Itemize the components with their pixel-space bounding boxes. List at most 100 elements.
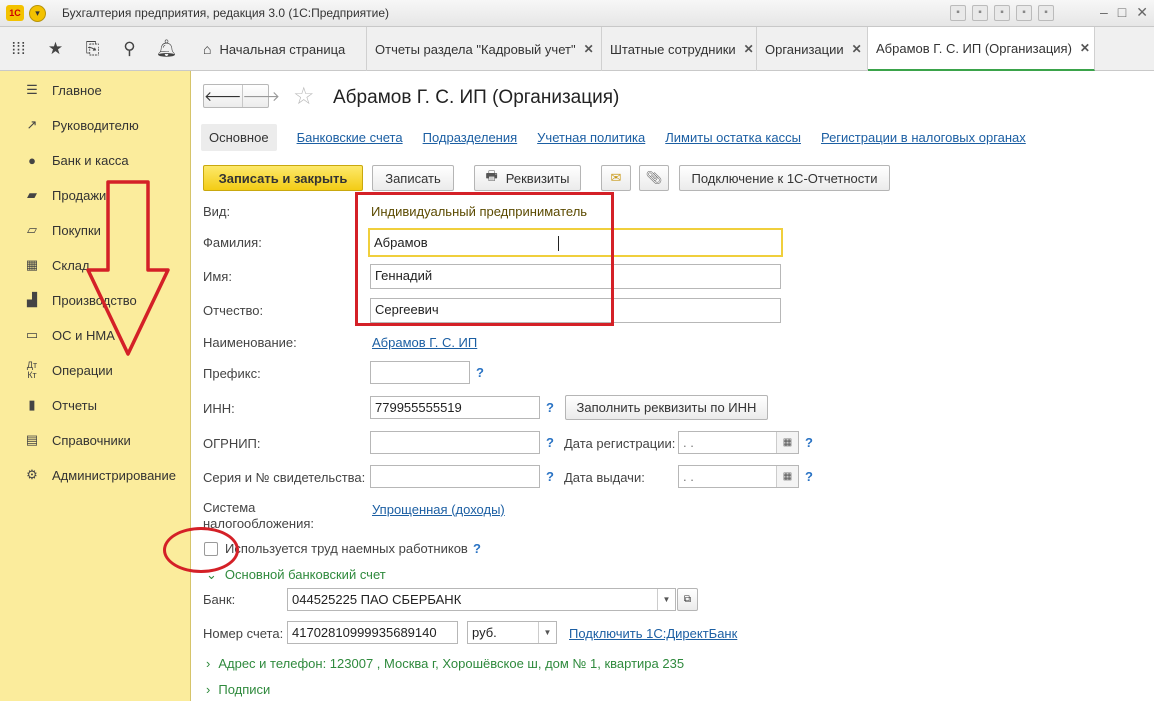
basket-icon: ▱: [27, 222, 37, 237]
sidebar-item-bank[interactable]: ● Банк и касса: [0, 145, 191, 175]
inn-help-icon[interactable]: ?: [546, 400, 554, 415]
subnav-accounting-policy[interactable]: Учетная политика: [537, 130, 645, 145]
tax-system-label-line1: Система: [203, 500, 256, 515]
tab-label: Штатные сотрудники: [610, 41, 736, 57]
subnav-tax-registrations[interactable]: Регистрации в налоговых органах: [821, 130, 1026, 145]
favorites-star-icon[interactable]: ★: [37, 27, 74, 71]
minimize-icon[interactable]: –: [1100, 4, 1108, 21]
subnav-departments[interactable]: Подразделения: [423, 130, 518, 145]
tab-abramov[interactable]: Абрамов Г. С. ИП (Организация) ✕: [868, 27, 1095, 71]
issue-date-field[interactable]: . . ▦: [678, 465, 799, 488]
tab-bar: ⁞⁞⁞ ★ ⎘ ⚲ 🔔︎ ⌂ Начальная страница Отчеты…: [0, 27, 1154, 71]
gear-icon: ⚙: [26, 467, 38, 482]
issue-date-label: Дата выдачи:: [564, 470, 645, 485]
sidebar-item-reports[interactable]: ▮ Отчеты: [0, 390, 191, 420]
reg-date-label: Дата регистрации:: [564, 436, 676, 451]
save-icon[interactable]: ▪: [950, 5, 966, 21]
main-menu-icon[interactable]: ▾: [29, 5, 46, 22]
sidebar-item-admin[interactable]: ⚙ Администрирование: [0, 460, 191, 490]
calendar-icon[interactable]: ▦: [776, 466, 798, 487]
paperclip-icon: 📎︎: [645, 170, 663, 185]
quick-toolbar: ⁞⁞⁞ ★ ⎘ ⚲ 🔔︎: [0, 27, 195, 71]
warehouse-icon: ▦: [25, 257, 39, 272]
sidebar-item-main[interactable]: ☰ Главное: [0, 75, 191, 105]
back-arrow-icon[interactable]: 🡐: [204, 85, 242, 107]
signatures-group-header[interactable]: › Подписи: [206, 682, 270, 697]
reg-date-field[interactable]: . . ▦: [678, 431, 799, 454]
fill-by-inn-button[interactable]: Заполнить реквизиты по ИНН: [565, 395, 768, 420]
direct-bank-link[interactable]: Подключить 1С:ДиректБанк: [569, 626, 737, 641]
close-icon[interactable]: ✕: [1136, 4, 1148, 21]
favorite-star-icon[interactable]: ☆: [293, 82, 315, 111]
certificate-field[interactable]: [370, 465, 540, 488]
connect-reporting-button[interactable]: Подключение к 1С-Отчетности: [679, 165, 890, 191]
info-icon[interactable]: ▪: [1038, 5, 1054, 21]
tab-close-icon[interactable]: ✕: [584, 42, 594, 56]
hired-workers-label: Используется труд наемных работников: [225, 541, 468, 556]
notifications-bell-icon[interactable]: 🔔︎: [148, 27, 185, 71]
books-icon: ▤: [25, 432, 39, 447]
certificate-help-icon[interactable]: ?: [546, 469, 554, 484]
tab-reports-hr[interactable]: Отчеты раздела "Кадровый учет" ✕: [367, 27, 602, 71]
tab-close-icon[interactable]: ✕: [1080, 41, 1090, 55]
tax-system-link[interactable]: Упрощенная (доходы): [372, 502, 505, 517]
tab-close-icon[interactable]: ✕: [852, 42, 862, 56]
tax-system-label-line2: налогообложения:: [203, 516, 314, 531]
naim-label: Наименование:: [203, 335, 297, 350]
calendar-icon[interactable]: ▦: [776, 432, 798, 453]
chevron-down-icon[interactable]: ▼: [538, 622, 556, 643]
save-and-close-button[interactable]: Записать и закрыть: [203, 165, 363, 191]
currency-select[interactable]: руб. ▼: [467, 621, 557, 644]
sidebar-item-label: Банк и касса: [52, 152, 129, 168]
print-icon[interactable]: ▪: [972, 5, 988, 21]
attach-button[interactable]: 📎︎: [639, 165, 669, 191]
hired-workers-help-icon[interactable]: ?: [473, 541, 481, 556]
tab-staff[interactable]: Штатные сотрудники ✕: [602, 27, 757, 71]
form-subnav: Основное Банковские счета Подразделения …: [201, 123, 1026, 151]
chevron-down-icon[interactable]: ▼: [657, 589, 675, 610]
account-field[interactable]: 41702810999935689140: [287, 621, 458, 644]
inn-field[interactable]: 779955555519: [370, 396, 540, 419]
sidebar-item-manager[interactable]: ↗ Руководителю: [0, 110, 191, 140]
currency-value: руб.: [472, 625, 497, 640]
bank-select[interactable]: 044525225 ПАО СБЕРБАНК ▼: [287, 588, 676, 611]
tab-close-icon[interactable]: ✕: [744, 42, 754, 56]
email-button[interactable]: ✉: [601, 165, 631, 191]
sidebar-item-directories[interactable]: ▤ Справочники: [0, 425, 191, 455]
surname-label: Фамилия:: [203, 235, 262, 250]
issue-date-value: . .: [683, 469, 694, 484]
address-group-header[interactable]: › Адрес и телефон: 123007 , Москва г, Хор…: [206, 656, 684, 671]
naim-link[interactable]: Абрамов Г. С. ИП: [372, 335, 477, 350]
tab-organizations[interactable]: Организации ✕: [757, 27, 868, 71]
open-bank-button[interactable]: ⧉: [677, 588, 698, 611]
app-logo-icon: 1С: [6, 5, 24, 21]
subnav-bank-accounts[interactable]: Банковские счета: [297, 130, 403, 145]
window-titlebar: 1С ▾ Бухгалтерия предприятия, редакция 3…: [0, 0, 1154, 27]
prefix-field[interactable]: [370, 361, 470, 384]
ogrnip-help-icon[interactable]: ?: [546, 435, 554, 450]
preview-icon[interactable]: ▪: [994, 5, 1010, 21]
tab-home[interactable]: ⌂ Начальная страница: [195, 27, 367, 71]
forward-arrow-icon[interactable]: 🡒: [241, 85, 280, 107]
apps-grid-icon[interactable]: ⁞⁞⁞: [0, 27, 37, 71]
subnav-cash-limits[interactable]: Лимиты остатка кассы: [665, 130, 801, 145]
highlight-rectangle: [355, 192, 614, 326]
subnav-main[interactable]: Основное: [201, 123, 277, 151]
maximize-icon[interactable]: □: [1118, 4, 1126, 21]
reg-date-help-icon[interactable]: ?: [805, 435, 813, 450]
menu-icon: ☰: [26, 82, 38, 97]
search-icon[interactable]: ⚲: [111, 27, 148, 71]
issue-date-help-icon[interactable]: ?: [805, 469, 813, 484]
calculator-icon[interactable]: ▪: [1016, 5, 1032, 21]
prefix-help-icon[interactable]: ?: [476, 365, 484, 380]
trend-icon: ↗: [26, 117, 38, 132]
ogrnip-field[interactable]: [370, 431, 540, 454]
requisites-label: Реквизиты: [505, 170, 570, 186]
open-icon: ⧉: [683, 594, 692, 605]
bank-group-header[interactable]: ⌄ Основной банковский счет: [206, 567, 386, 583]
bank-value: 044525225 ПАО СБЕРБАНК: [292, 592, 462, 607]
requisites-button[interactable]: 🖶 Реквизиты: [474, 165, 581, 191]
save-button[interactable]: Записать: [372, 165, 454, 191]
tab-label: Начальная страница: [219, 41, 346, 57]
history-icon[interactable]: ⎘: [74, 27, 111, 71]
